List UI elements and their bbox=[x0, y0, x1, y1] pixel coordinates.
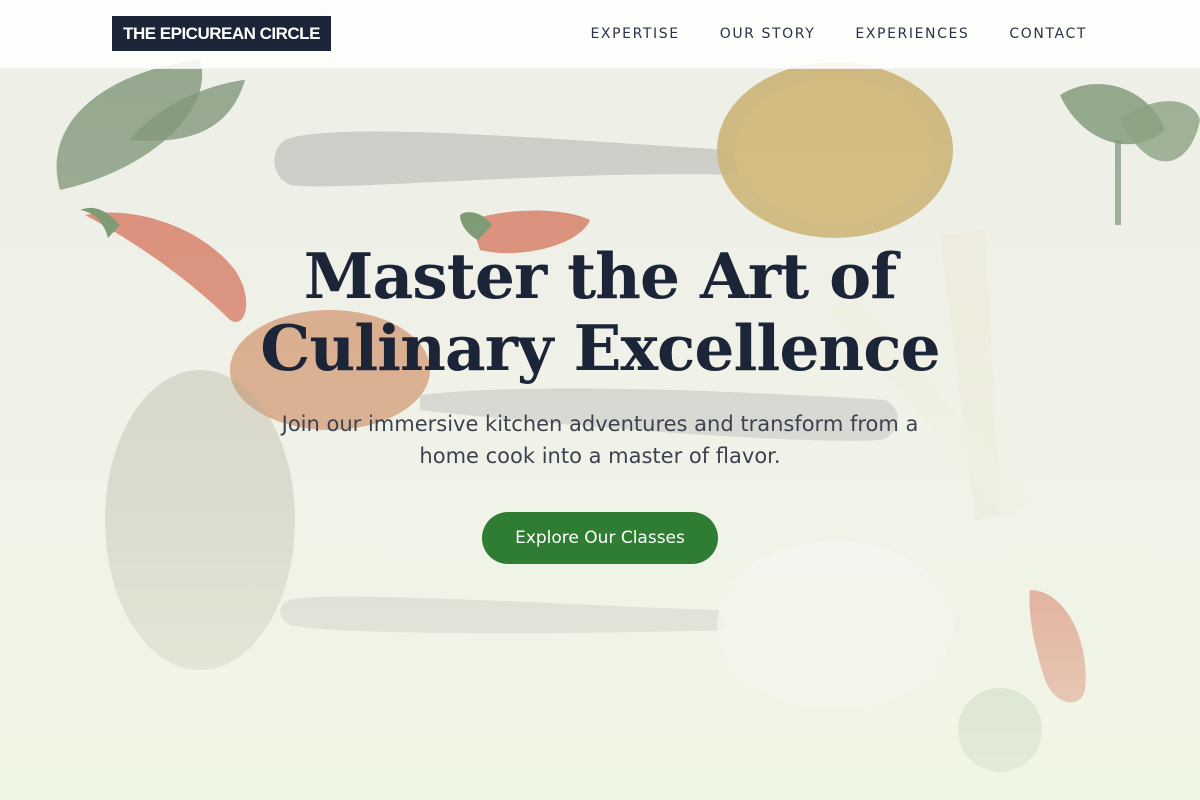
hero-section: Master the Art of Culinary Excellence Jo… bbox=[0, 240, 1200, 564]
hero-subtitle: Join our immersive kitchen adventures an… bbox=[281, 412, 919, 468]
nav-link-experiences[interactable]: EXPERIENCES bbox=[855, 26, 969, 42]
hero-title-line-2: Culinary Excellence bbox=[260, 311, 940, 385]
main-nav: EXPERTISE OUR STORY EXPERIENCES CONTACT bbox=[590, 0, 1087, 68]
nav-link-expertise[interactable]: EXPERTISE bbox=[590, 26, 679, 42]
nav-link-contact[interactable]: CONTACT bbox=[1009, 26, 1087, 42]
explore-classes-button[interactable]: Explore Our Classes bbox=[482, 512, 718, 564]
hero-title: Master the Art of Culinary Excellence bbox=[0, 240, 1200, 384]
brand-logo[interactable]: THE EPICUREAN CIRCLE bbox=[112, 16, 331, 51]
top-navbar: THE EPICUREAN CIRCLE EXPERTISE OUR STORY… bbox=[0, 0, 1200, 69]
nav-link-our-story[interactable]: OUR STORY bbox=[720, 26, 816, 42]
hero-title-line-1: Master the Art of bbox=[303, 239, 897, 313]
